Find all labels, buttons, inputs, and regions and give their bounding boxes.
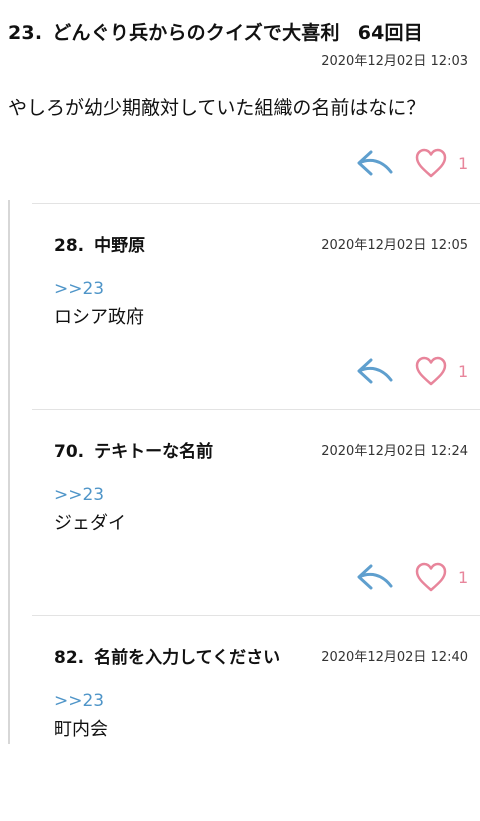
reply-item: 82. 名前を入力してください 2020年12月02日 12:40 >>23 町内… bbox=[32, 615, 480, 821]
reply-arrow-icon[interactable] bbox=[356, 562, 394, 592]
reply-body: 町内会 bbox=[54, 719, 108, 740]
reply-body: ロシア政府 bbox=[54, 307, 144, 328]
comment-header: 23. どんぐり兵からのクイズで大喜利 64回目 bbox=[8, 18, 423, 45]
reply-item: 70. テキトーな名前 2020年12月02日 12:24 >>23 ジェダイ 1 bbox=[32, 409, 480, 615]
reply-arrow-icon[interactable] bbox=[356, 148, 394, 178]
reply-date: 2020年12月02日 12:40 bbox=[321, 650, 468, 665]
reply-number: 28. bbox=[54, 236, 85, 256]
heart-icon[interactable] bbox=[414, 355, 448, 387]
reply-date: 2020年12月02日 12:05 bbox=[321, 238, 468, 253]
reply-item: 28. 中野原 2020年12月02日 12:05 >>23 ロシア政府 1 bbox=[32, 203, 480, 409]
reply-anchor-link[interactable]: >>23 bbox=[54, 279, 104, 299]
reply-author-name: テキトーな名前 bbox=[94, 442, 214, 462]
comment-round: 64回目 bbox=[357, 22, 423, 44]
comment-author-name: どんぐり兵からのクイズで大喜利 bbox=[52, 22, 340, 44]
heart-icon[interactable] bbox=[414, 561, 448, 593]
comment-date: 2020年12月02日 12:03 bbox=[321, 54, 468, 69]
reply-anchor-link[interactable]: >>23 bbox=[54, 485, 104, 505]
reply-anchor-link[interactable]: >>23 bbox=[54, 691, 104, 711]
thread-divider-line bbox=[8, 200, 10, 744]
reply-header: 28. 中野原 bbox=[54, 231, 145, 256]
reply-number: 70. bbox=[54, 442, 85, 462]
reply-number: 82. bbox=[54, 648, 85, 668]
comment-actions: 1 bbox=[356, 145, 468, 181]
reply-body: ジェダイ bbox=[54, 513, 126, 534]
reply-actions: 1 bbox=[356, 559, 468, 595]
reply-date: 2020年12月02日 12:24 bbox=[321, 444, 468, 459]
comment-number: 23. bbox=[8, 22, 43, 44]
reply-actions: 1 bbox=[356, 353, 468, 389]
like-count: 1 bbox=[458, 153, 469, 173]
reply-arrow-icon[interactable] bbox=[356, 356, 394, 386]
like-count: 1 bbox=[458, 361, 469, 381]
reply-author-name: 中野原 bbox=[94, 236, 146, 256]
reply-author-name: 名前を入力してください bbox=[94, 648, 281, 668]
main-comment: 23. どんぐり兵からのクイズで大喜利 64回目 2020年12月02日 12:03… bbox=[0, 0, 480, 200]
like-count: 1 bbox=[458, 567, 469, 587]
heart-icon[interactable] bbox=[414, 147, 448, 179]
comment-body: やしろが幼少期敵対していた組織の名前はなに？ bbox=[8, 97, 426, 119]
reply-header: 70. テキトーな名前 bbox=[54, 437, 213, 462]
reply-header: 82. 名前を入力してください bbox=[54, 643, 280, 668]
